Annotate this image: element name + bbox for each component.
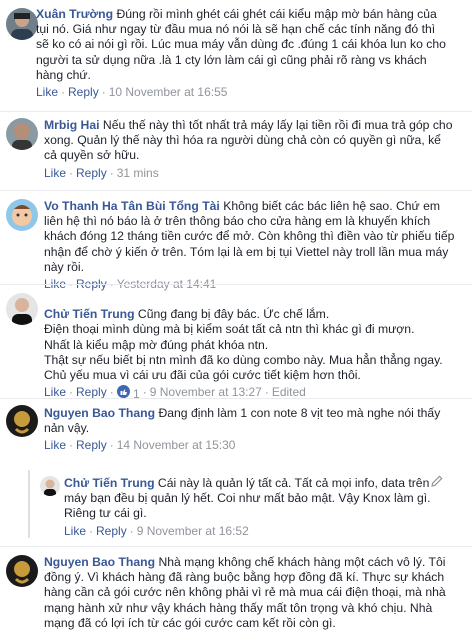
avatar[interactable] xyxy=(6,8,38,40)
avatar[interactable] xyxy=(6,199,38,231)
pencil-icon[interactable] xyxy=(430,474,444,488)
reply-link[interactable]: Reply xyxy=(68,85,99,99)
like-link[interactable]: Like xyxy=(36,85,58,99)
comments-feed: Xuân Trường Đúng rồi mình ghét cái ghét … xyxy=(0,0,472,644)
comment-text: Nếu thế này thì tốt nhất trả máy lấy lại… xyxy=(44,118,453,163)
reply-thread-line xyxy=(28,470,30,538)
avatar[interactable] xyxy=(6,555,38,587)
avatar[interactable] xyxy=(6,118,38,150)
comment-author[interactable]: Nguyen Bao Thang xyxy=(44,555,155,569)
comment-timestamp[interactable]: 31 mins xyxy=(117,166,159,180)
avatar[interactable] xyxy=(6,405,38,437)
comment-body: Chử Tiến Trung Cái này là quản lý tất cả… xyxy=(64,476,436,539)
like-link[interactable]: Like xyxy=(64,524,86,538)
avatar[interactable] xyxy=(6,293,38,325)
comment-actions: Like · Reply · 9 November at 16:52 xyxy=(64,523,249,538)
comment-author[interactable]: Nguyen Bao Thang xyxy=(44,406,155,420)
comment-timestamp[interactable]: 9 November at 16:52 xyxy=(137,524,249,538)
comment-actions: Like · Reply · 14 November at 15:30 xyxy=(44,438,236,453)
comment-timestamp[interactable]: 14 November at 15:30 xyxy=(117,438,236,452)
divider xyxy=(0,398,472,399)
like-link[interactable]: Like xyxy=(44,438,66,452)
like-count-badge[interactable]: 1 xyxy=(116,385,140,402)
comment-actions: Like · Reply · 31 mins xyxy=(44,165,159,180)
comment-actions: Like · Reply · 1 · 9 November at 13:27 · Edited xyxy=(44,385,306,402)
comment-actions: Like · Reply · 10 November at 16:55 xyxy=(36,85,228,100)
comment-body: Nguyen Bao Thang Đang định làm 1 con not… xyxy=(44,406,458,454)
reply-link[interactable]: Reply xyxy=(96,524,127,538)
comment-body: Mrbig Hai Nếu thế này thì tốt nhất trả m… xyxy=(44,118,454,181)
divider xyxy=(0,190,472,191)
comment-author[interactable]: Vo Thanh Ha Tân Bùi Tổng Tài xyxy=(44,199,220,213)
avatar[interactable] xyxy=(40,476,60,496)
comment-author[interactable]: Mrbig Hai xyxy=(44,118,100,132)
reply-link[interactable]: Reply xyxy=(76,438,107,452)
divider xyxy=(0,284,472,285)
like-link[interactable]: Like xyxy=(44,166,66,180)
comment-body: Nguyen Bao Thang Nhà mạng không chế khác… xyxy=(44,555,458,631)
divider xyxy=(0,546,472,547)
comment-body: Vo Thanh Ha Tân Bùi Tổng Tài Không biết … xyxy=(44,199,458,292)
comment-author[interactable]: Chử Tiến Trung xyxy=(44,307,135,321)
like-count: 1 xyxy=(133,387,140,402)
thumbs-up-icon xyxy=(116,385,130,399)
comment-body: Xuân Trường Đúng rồi mình ghét cái ghét … xyxy=(36,7,446,100)
comment-author[interactable]: Chử Tiến Trung xyxy=(64,476,155,490)
reply-link[interactable]: Reply xyxy=(76,166,107,180)
divider xyxy=(0,111,472,112)
comment-author[interactable]: Xuân Trường xyxy=(36,7,113,21)
comment-timestamp[interactable]: 10 November at 16:55 xyxy=(109,85,228,99)
